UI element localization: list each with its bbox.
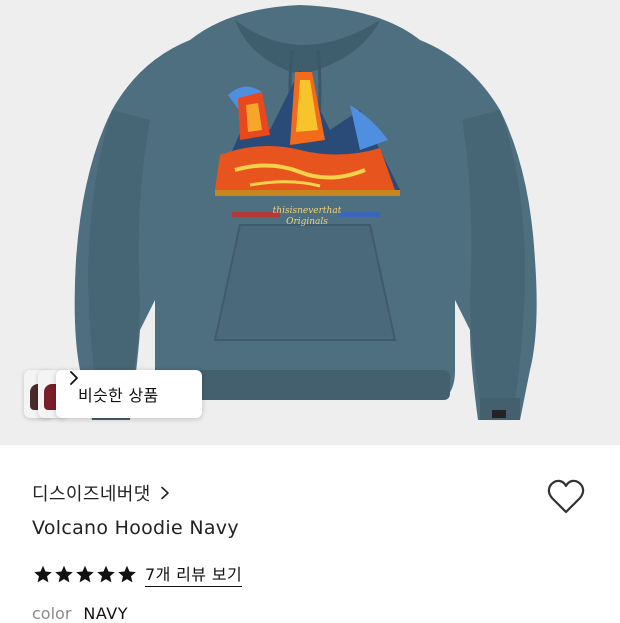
- star-rating: [32, 564, 137, 585]
- product-image[interactable]: thisisneverthat Originals 비슷한 상품: [0, 0, 620, 445]
- star-icon: [97, 565, 115, 582]
- similar-products-label: 비슷한 상품: [78, 386, 159, 405]
- review-link[interactable]: 7개 리뷰 보기: [145, 561, 243, 587]
- star-icon: [118, 565, 136, 582]
- color-row: color NAVY: [32, 604, 128, 623]
- similar-products-button[interactable]: 비슷한 상품: [56, 370, 202, 418]
- chevron-right-icon: [160, 486, 169, 500]
- product-title: Volcano Hoodie Navy: [32, 517, 239, 539]
- chevron-right-icon: [70, 371, 78, 385]
- heart-icon[interactable]: [546, 478, 586, 516]
- brand-name: 디스이즈네버댓: [32, 484, 151, 505]
- similar-products[interactable]: 비슷한 상품: [24, 370, 202, 418]
- rating-row: 7개 리뷰 보기: [32, 561, 243, 587]
- color-value: NAVY: [83, 604, 129, 623]
- color-label: color: [32, 604, 72, 623]
- star-icon: [76, 565, 94, 582]
- star-icon: [34, 565, 52, 582]
- brand-link[interactable]: 디스이즈네버댓: [32, 480, 171, 506]
- svg-text:thisisneverthat: thisisneverthat: [273, 206, 342, 216]
- star-icon: [55, 565, 73, 582]
- svg-text:Originals: Originals: [286, 217, 328, 227]
